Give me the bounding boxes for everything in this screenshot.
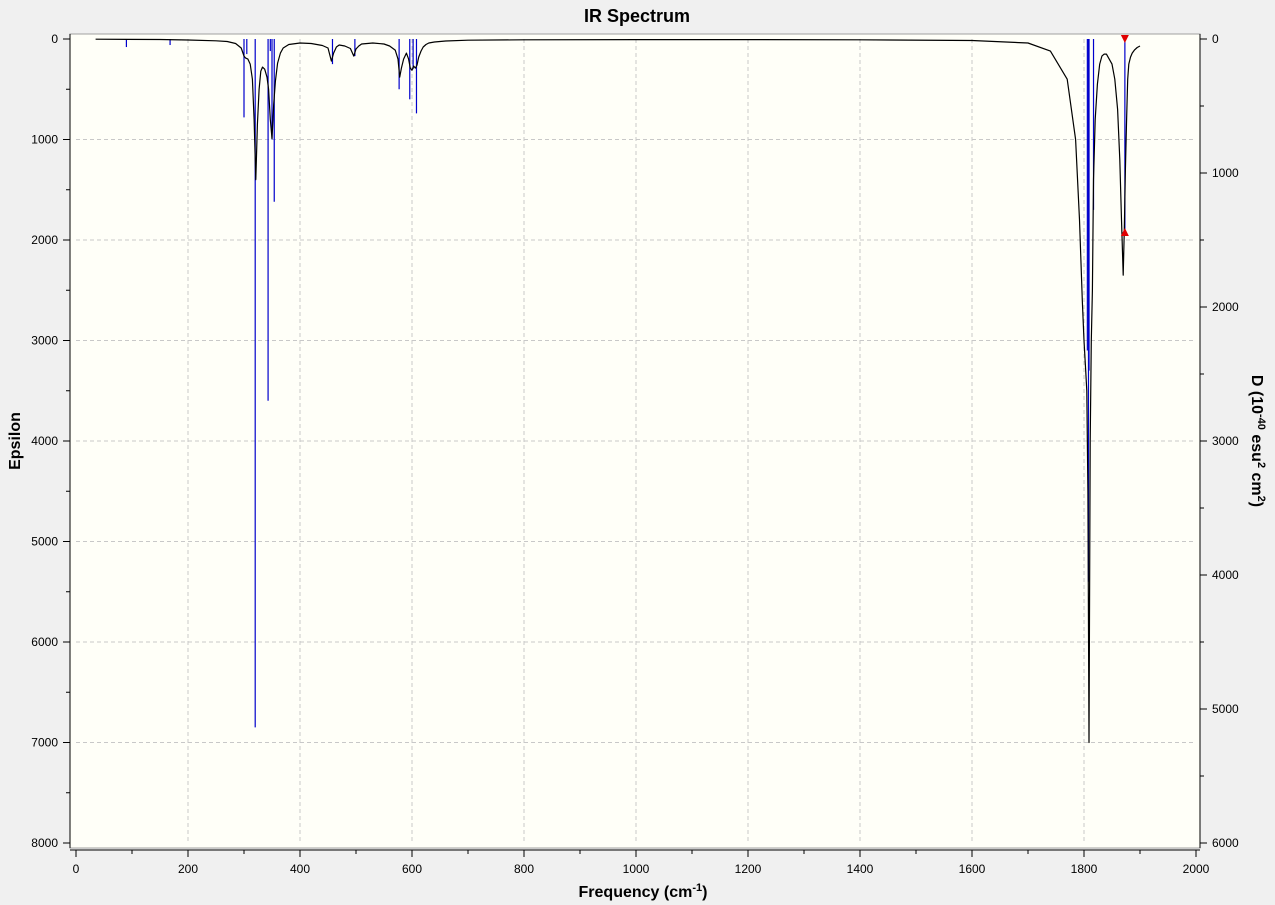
right-label-text: esu (1248, 430, 1265, 462)
left-axis-ticks: 0 1000 2000 3000 4000 5000 6000 7000 8000 (31, 32, 70, 850)
left-tick-label: 1000 (31, 133, 58, 147)
x-tick-label: 2000 (1183, 862, 1210, 876)
x-axis-label-end: ) (702, 884, 707, 901)
x-axis-label: Frequency (cm-1) (579, 882, 708, 901)
left-tick-label: 0 (51, 32, 58, 46)
x-axis-ticks: 0 200 400 600 800 1000 1200 1400 1600 1800 2000 (73, 850, 1210, 876)
right-tick-label: 4000 (1212, 568, 1239, 582)
x-tick-label: 200 (178, 862, 198, 876)
right-axis-ticks: 0 1000 2000 3000 4000 5000 6000 (1200, 32, 1239, 850)
x-tick-label: 1400 (847, 862, 874, 876)
right-tick-label: 5000 (1212, 702, 1239, 716)
x-tick-label: 1200 (735, 862, 762, 876)
right-label-text: ) (1248, 502, 1265, 507)
chart-title: IR Spectrum (584, 6, 690, 26)
left-tick-label: 2000 (31, 233, 58, 247)
right-axis-label: D (10-40 esu2 cm2) (1248, 375, 1267, 507)
right-tick-label: 2000 (1212, 300, 1239, 314)
x-axis-label-main: Frequency (cm (579, 884, 693, 901)
right-label-text: D (10 (1248, 375, 1265, 414)
left-tick-label: 4000 (31, 434, 58, 448)
x-tick-label: 400 (290, 862, 310, 876)
x-tick-label: 600 (402, 862, 422, 876)
right-tick-label: 3000 (1212, 434, 1239, 448)
right-label-text: cm (1248, 468, 1265, 496)
ir-spectrum-chart: IR Spectrum 0 200 400 600 800 1000 1200 1400 160… (7, 6, 1267, 901)
x-tick-label: 800 (514, 862, 534, 876)
x-tick-label: 0 (73, 862, 80, 876)
left-tick-label: 7000 (31, 736, 58, 750)
x-tick-label: 1600 (959, 862, 986, 876)
right-tick-label: 6000 (1212, 836, 1239, 850)
x-tick-label: 1800 (1071, 862, 1098, 876)
right-tick-label: 1000 (1212, 166, 1239, 180)
x-tick-label: 1000 (623, 862, 650, 876)
right-tick-label: 0 (1212, 32, 1219, 46)
left-tick-label: 5000 (31, 535, 58, 549)
right-label-superscript: -40 (1255, 414, 1267, 430)
left-axis-label: Epsilon (7, 412, 24, 470)
left-tick-label: 3000 (31, 334, 58, 348)
left-tick-label: 8000 (31, 836, 58, 850)
left-tick-label: 6000 (31, 635, 58, 649)
x-axis-label-sup: -1 (692, 882, 702, 894)
